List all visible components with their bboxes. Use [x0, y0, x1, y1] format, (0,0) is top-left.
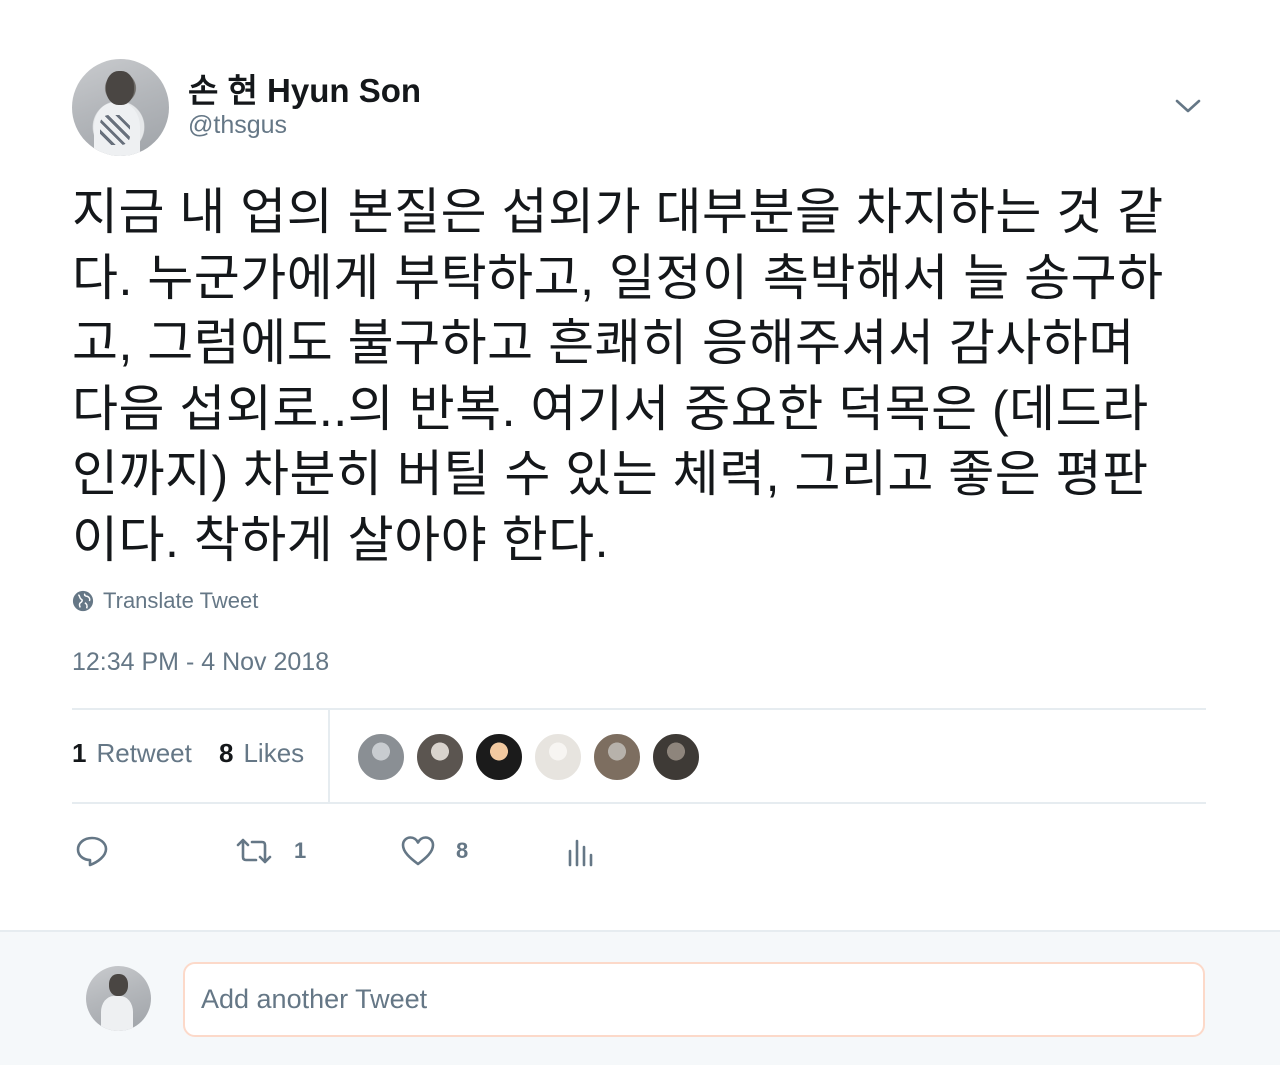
tweet-actions: 1 8 — [72, 828, 672, 878]
analytics-icon — [568, 839, 593, 867]
add-tweet-input[interactable] — [183, 962, 1205, 1037]
heart-icon — [401, 836, 435, 866]
tweet-text: 지금 내 업의 본질은 섭외가 대부분을 차지하는 것 같 다. 누군가에게 부… — [72, 184, 1164, 568]
liker-avatar-1[interactable] — [356, 732, 406, 782]
globe-icon — [72, 590, 94, 612]
translate-tweet-link[interactable]: Translate Tweet — [72, 586, 258, 616]
divider — [72, 802, 1206, 804]
tweet-stats: 1 Retweet 8 Likes — [72, 710, 1206, 804]
likes-stat[interactable]: 8 Likes — [219, 738, 304, 769]
more-options-chevron-down-icon[interactable] — [1172, 90, 1204, 122]
author-display-name[interactable]: 손 현 Hyun Son — [188, 64, 421, 112]
like-action-count: 8 — [456, 838, 469, 863]
liker-avatar-3[interactable] — [474, 732, 524, 782]
retweet-count: 1 — [72, 738, 87, 768]
liker-avatar-4[interactable] — [533, 732, 583, 782]
liker-avatar-6[interactable] — [651, 732, 701, 782]
retweet-icon — [236, 838, 272, 864]
tweet-timestamp[interactable]: 12:34 PM - 4 Nov 2018 — [72, 648, 329, 677]
current-user-avatar — [86, 966, 151, 1031]
like-count: 8 — [219, 738, 234, 768]
reply-button[interactable] — [74, 828, 110, 874]
liker-avatar-2[interactable] — [415, 732, 465, 782]
tweet-card: 손 현 Hyun Son @thsgus 지금 내 업의 본질은 섭외가 대부분… — [0, 0, 1280, 930]
author-handle[interactable]: @thsgus — [188, 111, 287, 140]
reply-icon — [76, 836, 108, 867]
retweet-action-count: 1 — [294, 838, 307, 863]
liker-avatar-5[interactable] — [592, 732, 642, 782]
like-label: Likes — [243, 738, 305, 768]
like-button[interactable]: 8 — [400, 828, 468, 874]
analytics-button[interactable] — [562, 828, 598, 874]
likers-list — [356, 732, 710, 782]
stats-separator — [328, 710, 330, 804]
retweet-button[interactable]: 1 — [234, 828, 306, 874]
author-avatar[interactable] — [72, 59, 169, 156]
translate-tweet-label: Translate Tweet — [103, 588, 259, 613]
retweet-label: Retweet — [96, 738, 192, 768]
retweets-stat[interactable]: 1 Retweet — [72, 738, 192, 769]
